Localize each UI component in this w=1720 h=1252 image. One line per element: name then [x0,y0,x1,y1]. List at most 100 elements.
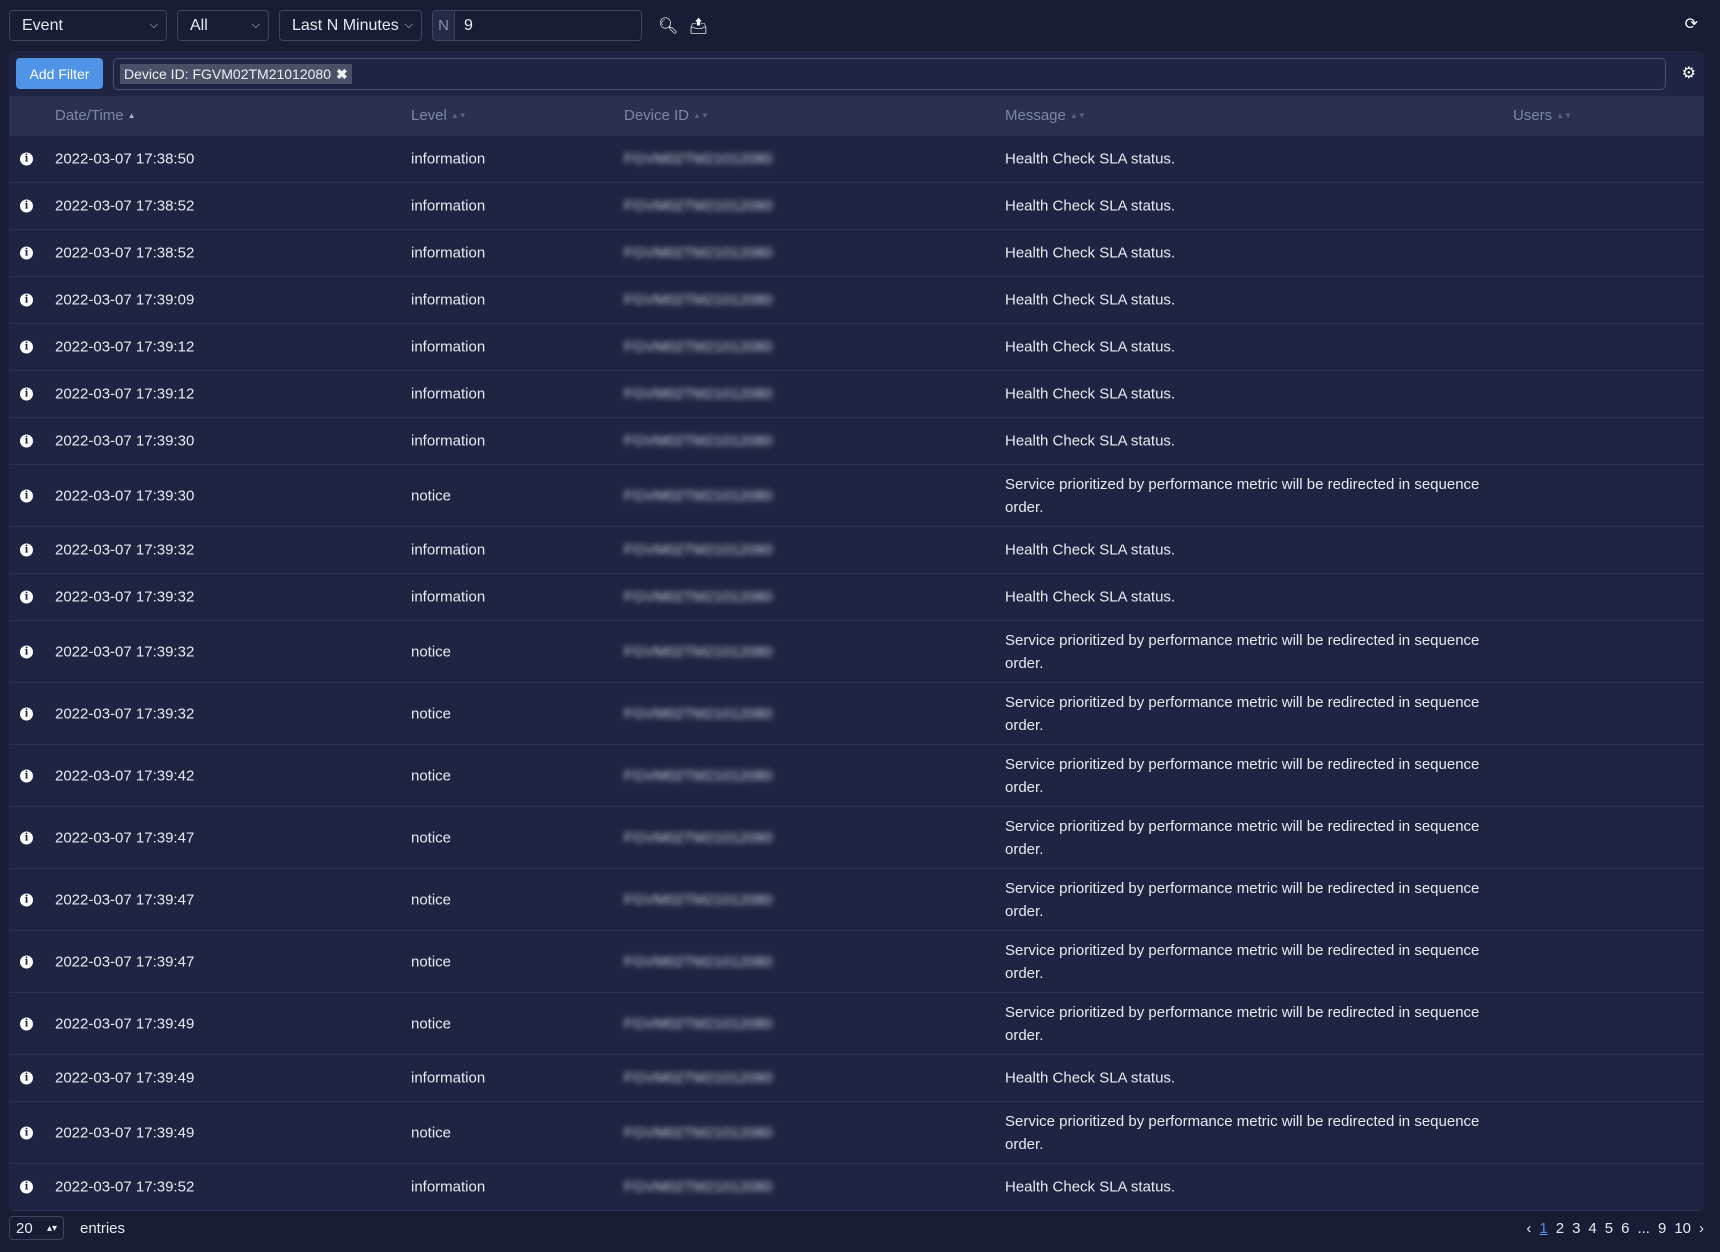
message-cell: Service prioritized by performance metri… [1005,879,1480,920]
column-date[interactable]: Date/Time ▲ [55,107,136,124]
message-cell: Service prioritized by performance metri… [1005,941,1480,982]
refresh-icon[interactable]: ⟳ [1685,14,1698,34]
level-cell: notice [411,705,452,722]
table-row[interactable]: i 2022-03-07 17:39:12 information FGVM02… [9,324,1704,371]
device-id-cell: FGVM02TM21012080 [624,829,773,846]
level-cell: information [411,541,486,559]
filter-row: Add Filter Device ID: FGVM02TM21012080 ✖ … [9,51,1704,96]
device-id-cell: FGVM02TM21012080 [624,150,773,168]
info-icon: i [20,199,33,213]
info-icon: i [20,831,33,844]
table-row[interactable]: i 2022-03-07 17:39:49 notice FGVM02TM210… [9,1102,1704,1164]
table-row[interactable]: i 2022-03-07 17:39:09 information FGVM02… [9,277,1704,324]
table-row[interactable]: i 2022-03-07 17:38:52 information FGVM02… [9,230,1704,277]
message-cell: Health Check SLA status. [1005,338,1176,356]
filter-input[interactable]: Device ID: FGVM02TM21012080 ✖ [113,58,1666,90]
info-icon: i [20,489,33,502]
info-icon: i [20,1071,33,1085]
date-cell: 2022-03-07 17:39:49 [55,1124,195,1141]
message-cell: Service prioritized by performance metri… [1005,1112,1480,1153]
page-size-select[interactable]: 20 ▴▾ [9,1216,64,1240]
date-cell: 2022-03-07 17:39:49 [55,1015,195,1032]
filter-chip: Device ID: FGVM02TM21012080 ✖ [120,64,352,84]
device-id-cell: FGVM02TM21012080 [624,891,773,908]
message-cell: Health Check SLA status. [1005,1178,1176,1196]
date-cell: 2022-03-07 17:39:32 [55,643,195,660]
date-cell: 2022-03-07 17:39:12 [55,385,195,403]
column-users[interactable]: Users ▲▼ [1513,107,1572,124]
table-row[interactable]: i 2022-03-07 17:39:47 notice FGVM02TM210… [9,869,1704,931]
level-cell: notice [411,829,452,846]
page-link[interactable]: 3 [1572,1220,1580,1237]
add-filter-button[interactable]: Add Filter [16,58,103,89]
column-message[interactable]: Message ▲▼ [1005,107,1086,124]
table-row[interactable]: i 2022-03-07 17:38:50 information FGVM02… [9,136,1704,183]
page-link[interactable]: 2 [1556,1220,1564,1237]
sort-icon: ▲▼ [693,111,709,120]
table-row[interactable]: i 2022-03-07 17:39:32 information FGVM02… [9,574,1704,621]
next-page-icon[interactable]: › [1699,1220,1704,1237]
level-cell: notice [411,953,452,970]
page-link[interactable]: 1 [1539,1220,1547,1237]
message-cell: Service prioritized by performance metri… [1005,1003,1480,1044]
date-cell: 2022-03-07 17:39:12 [55,338,195,356]
table-row[interactable]: i 2022-03-07 17:39:12 information FGVM02… [9,371,1704,418]
time-mode-select[interactable]: Last N Minutes ⌵ [279,10,422,41]
table-row[interactable]: i 2022-03-07 17:39:32 notice FGVM02TM210… [9,621,1704,683]
date-cell: 2022-03-07 17:39:32 [55,705,195,722]
page-link[interactable]: 4 [1588,1220,1596,1237]
device-id-cell: FGVM02TM21012080 [624,541,773,559]
date-cell: 2022-03-07 17:39:47 [55,953,195,970]
log-type-select[interactable]: Event ⌵ [9,10,167,41]
column-level[interactable]: Level ▲▼ [411,107,467,124]
date-cell: 2022-03-07 17:39:47 [55,891,195,908]
table-row[interactable]: i 2022-03-07 17:39:47 notice FGVM02TM210… [9,931,1704,993]
sort-icon: ▲▼ [1556,111,1573,120]
sort-icon: ▲▼ [1069,111,1086,120]
device-id-cell: FGVM02TM21012080 [624,244,773,262]
level-cell: information [411,432,486,450]
message-cell: Health Check SLA status. [1005,244,1176,262]
page-link[interactable]: 5 [1605,1220,1613,1237]
chevron-down-icon: ⌵ [149,19,158,31]
chevron-down-icon: ⌵ [251,19,260,31]
page-link[interactable]: 9 [1658,1220,1666,1237]
chevron-down-icon: ⌵ [404,19,413,31]
message-cell: Service prioritized by performance metri… [1005,693,1480,734]
table-row[interactable]: i 2022-03-07 17:38:52 information FGVM02… [9,183,1704,230]
sort-icon: ▲▼ [450,111,467,120]
n-minutes-input[interactable]: N9 [432,10,642,41]
table-row[interactable]: i 2022-03-07 17:39:30 information FGVM02… [9,418,1704,465]
table-row[interactable]: i 2022-03-07 17:39:30 notice FGVM02TM210… [9,465,1704,527]
message-cell: Service prioritized by performance metri… [1005,817,1480,858]
page-link[interactable]: ... [1637,1220,1650,1237]
info-icon: i [20,707,33,720]
table-row[interactable]: i 2022-03-07 17:39:32 information FGVM02… [9,527,1704,574]
table-row[interactable]: i 2022-03-07 17:39:47 notice FGVM02TM210… [9,807,1704,869]
info-icon: i [20,769,33,782]
level-cell: information [411,1069,486,1087]
close-icon[interactable]: ✖ [336,66,348,83]
message-cell: Health Check SLA status. [1005,541,1176,559]
prev-page-icon[interactable]: ‹ [1526,1220,1531,1237]
device-id-cell: FGVM02TM21012080 [624,953,773,970]
sort-asc-icon: ▲ [127,111,136,120]
table-body: i 2022-03-07 17:38:50 information FGVM02… [9,136,1704,1211]
subtype-select[interactable]: All ⌵ [177,10,269,41]
table-row[interactable]: i 2022-03-07 17:39:49 information FGVM02… [9,1055,1704,1102]
export-icon[interactable]: 📤︎ [688,16,708,36]
gear-icon[interactable]: ⚙ [1682,63,1696,83]
date-cell: 2022-03-07 17:39:52 [55,1178,195,1196]
table-row[interactable]: i 2022-03-07 17:39:52 information FGVM02… [9,1164,1704,1211]
info-icon: i [20,543,33,557]
table-row[interactable]: i 2022-03-07 17:39:42 notice FGVM02TM210… [9,745,1704,807]
message-cell: Health Check SLA status. [1005,588,1176,606]
column-device-id[interactable]: Device ID ▲▼ [624,107,709,124]
search-icon[interactable]: 🔍︎ [658,16,678,36]
level-cell: information [411,244,486,262]
table-row[interactable]: i 2022-03-07 17:39:32 notice FGVM02TM210… [9,683,1704,745]
page-link[interactable]: 6 [1621,1220,1629,1237]
page-link[interactable]: 10 [1674,1220,1691,1237]
table-row[interactable]: i 2022-03-07 17:39:49 notice FGVM02TM210… [9,993,1704,1055]
message-cell: Health Check SLA status. [1005,432,1176,450]
